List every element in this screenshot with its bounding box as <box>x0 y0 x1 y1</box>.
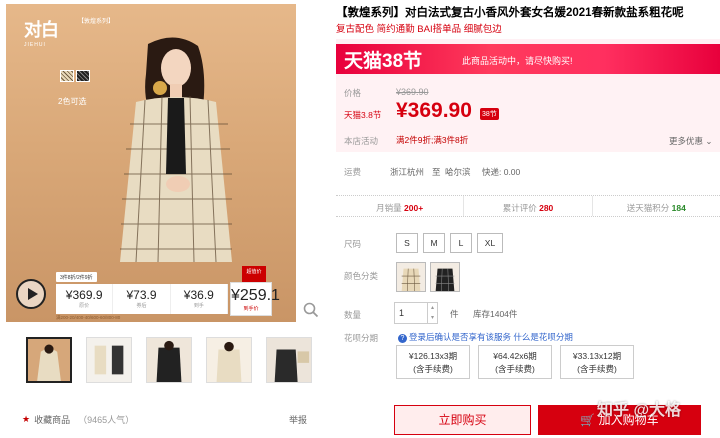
price-badge: 38节 <box>480 108 499 120</box>
video-play-button[interactable] <box>16 279 46 309</box>
product-title: 【敦煌系列】对白法式复古小香风外套女名媛2021春新款盐系粗花呢 <box>336 7 684 19</box>
thumbnail[interactable] <box>26 337 72 383</box>
color-label: 颜色分类 <box>344 271 379 281</box>
main-product-image[interactable]: 对白 JIEHUI 【敦煌系列】 2色可选 3件8折/2件9折 超值价 ¥369… <box>6 4 296 322</box>
thumbnail-strip <box>26 337 312 383</box>
original-price: ¥369.90 <box>396 87 429 97</box>
model-figure <box>120 37 232 263</box>
swatch-beige <box>60 70 74 82</box>
installment-option-3[interactable]: ¥126.13x3期 (含手续费) <box>396 345 470 379</box>
tmall-38-logo: 天猫38节 <box>344 51 423 72</box>
thumbnail[interactable] <box>266 337 312 383</box>
size-option-s[interactable]: S <box>396 233 418 253</box>
thumbnail[interactable] <box>146 337 192 383</box>
size-option-m[interactable]: M <box>423 233 445 253</box>
watermark: 知乎 @大格 <box>597 402 682 419</box>
price-label: 价格 <box>344 88 362 98</box>
stat-monthly-sales: 月销量 200+ <box>336 196 465 216</box>
favorite-row[interactable]: ★ 收藏商品 （9465人气） <box>22 413 134 426</box>
installment-help-link[interactable]: 什么是花呗分期 <box>513 332 573 342</box>
ship-to-word: 至 <box>432 167 441 177</box>
installment-label: 花呗分期 <box>344 333 379 343</box>
swatch-black <box>76 70 90 82</box>
stat-points: 送天猫积分 184 <box>626 203 686 213</box>
installment-note: ? 登录后确认是否享有该服务 什么是花呗分期 <box>398 331 573 343</box>
tmall-price-label: 天猫3.8节 <box>344 110 382 120</box>
cart-icon: 🛒 <box>580 413 596 427</box>
current-price: ¥369.90 <box>396 99 472 122</box>
color-count-label: 2色可选 <box>58 97 87 106</box>
product-page: 对白 JIEHUI 【敦煌系列】 2色可选 3件8折/2件9折 超值价 ¥369… <box>0 0 720 438</box>
qty-unit: 件 <box>450 309 459 319</box>
buy-now-button[interactable]: 立即购买 <box>394 405 531 435</box>
thumbnail[interactable] <box>86 337 132 383</box>
strip-price-cell: ¥369.9 原价 <box>56 284 114 314</box>
price-strip-overlay: 3件8折/2件9折 超值价 ¥369.9 原价 ¥73.9 券后 ¥36.9 到… <box>50 266 280 322</box>
chevron-down-icon: ⌄ <box>705 136 713 146</box>
ship-fee: 快递: 0.00 <box>482 167 521 177</box>
size-option-l[interactable]: L <box>450 233 472 253</box>
info-icon: ? <box>398 334 407 343</box>
more-coupons-link[interactable]: 更多优惠 ⌄ <box>669 135 713 147</box>
quantity-input[interactable]: 1 <box>394 302 428 324</box>
activity-text: 满2件9折;满3件8折 <box>396 135 469 145</box>
color-option-beige[interactable] <box>396 262 426 292</box>
price-area: 价格 ¥369.90 天猫3.8节 ¥369.90 38节 本店活动 满2件9折… <box>336 77 720 152</box>
strip-final-price: ¥259.1 到手价 <box>230 282 280 316</box>
promo-banner: 天猫38节 此商品活动中，请尽快购买! <box>336 39 720 77</box>
strip-price-cell: ¥36.9 到手 <box>171 284 228 314</box>
favorite-count: （9465人气） <box>78 415 135 425</box>
strip-price-cell: ¥73.9 券后 <box>113 284 171 314</box>
size-option-xl[interactable]: XL <box>477 233 503 253</box>
activity-label: 本店活动 <box>344 136 379 146</box>
sales-stats: 月销量 200+ 累计评价 280 送天猫积分 184 <box>336 195 720 217</box>
color-option-black[interactable] <box>430 262 460 292</box>
stock-count: 库存1404件 <box>473 309 518 319</box>
qty-label: 数量 <box>344 310 362 320</box>
star-icon: ★ <box>22 414 31 424</box>
shipping-label: 运费 <box>344 167 362 177</box>
chevron-down-icon: ⌄ <box>445 166 453 176</box>
promo-text: 此商品活动中，请尽快购买! <box>462 56 573 66</box>
color-swatches <box>60 70 90 82</box>
price-strip-note: 3件8折/2件9折 <box>56 272 97 282</box>
report-link[interactable]: 举报 <box>289 413 307 426</box>
favorite-label[interactable]: 收藏商品 <box>34 413 70 426</box>
installment-option-6[interactable]: ¥64.42x6期 (含手续费) <box>478 345 552 379</box>
product-subtitle: 复古配色 简约通勤 BAI搭单品 细腻包边 <box>336 24 502 35</box>
strip-coupon-note: 满200-20/400-40/600-60/800-80 <box>56 315 121 320</box>
thumbnail[interactable] <box>206 337 252 383</box>
price-strip-box: ¥369.9 原价 ¥73.9 券后 ¥36.9 到手 <box>56 284 228 314</box>
ship-from: 浙江杭州 <box>390 167 425 177</box>
series-tag: 【敦煌系列】 <box>78 19 115 25</box>
size-label: 尺码 <box>344 239 362 249</box>
brand-logo: 对白 JIEHUI <box>24 20 59 48</box>
stat-reviews[interactable]: 累计评价 280 <box>464 196 593 216</box>
installment-option-12[interactable]: ¥33.13x12期 (含手续费) <box>560 345 634 379</box>
zoom-icon[interactable] <box>303 302 319 318</box>
quantity-stepper[interactable]: ▴ ▾ <box>428 302 438 324</box>
